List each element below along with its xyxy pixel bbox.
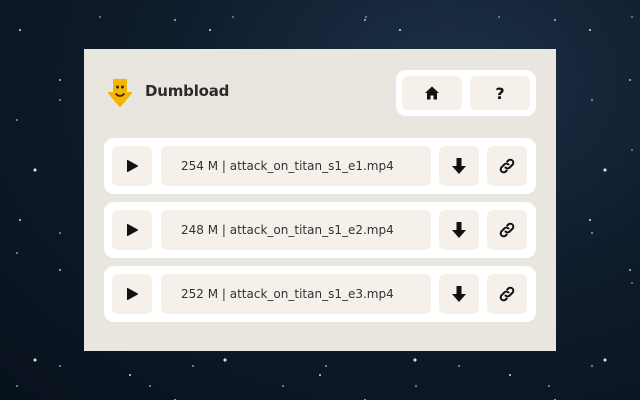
play-button[interactable] [112,274,152,314]
help-icon: ? [495,83,505,103]
file-name: attack_on_titan_s1_e3.mp4 [229,287,394,301]
play-icon [127,288,138,300]
download-button[interactable] [439,274,479,314]
copy-link-button[interactable] [487,146,527,186]
file-name: attack_on_titan_s1_e1.mp4 [229,159,394,173]
extension-popup: Dumbload ? 254 M | attack_on_titan_s1_e1… [84,49,556,351]
file-info: 248 M | attack_on_titan_s1_e2.mp4 [161,210,431,250]
file-info: 254 M | attack_on_titan_s1_e1.mp4 [161,146,431,186]
play-icon [127,224,138,236]
help-button[interactable]: ? [470,76,530,110]
copy-link-button[interactable] [487,210,527,250]
app-title: Dumbload [145,82,230,100]
file-size: 248 M [181,223,219,237]
file-name: attack_on_titan_s1_e2.mp4 [229,223,394,237]
file-separator: | [218,287,230,301]
play-button[interactable] [112,210,152,250]
download-icon [452,222,466,238]
file-row: 248 M | attack_on_titan_s1_e2.mp4 [104,202,536,258]
file-info: 252 M | attack_on_titan_s1_e3.mp4 [161,274,431,314]
home-icon [425,86,439,100]
home-button[interactable] [402,76,462,110]
file-row: 252 M | attack_on_titan_s1_e3.mp4 [104,266,536,322]
play-icon [127,160,138,172]
file-separator: | [218,159,230,173]
file-size: 254 M [181,159,219,173]
download-button[interactable] [439,210,479,250]
download-button[interactable] [439,146,479,186]
file-size: 252 M [181,287,219,301]
app-logo-icon [108,79,132,107]
link-icon [499,158,515,174]
file-row: 254 M | attack_on_titan_s1_e1.mp4 [104,138,536,194]
download-icon [452,158,466,174]
copy-link-button[interactable] [487,274,527,314]
file-separator: | [218,223,230,237]
link-icon [499,222,515,238]
link-icon [499,286,515,302]
header: Dumbload ? [104,69,536,117]
download-icon [452,286,466,302]
nav-group: ? [396,70,536,116]
play-button[interactable] [112,146,152,186]
